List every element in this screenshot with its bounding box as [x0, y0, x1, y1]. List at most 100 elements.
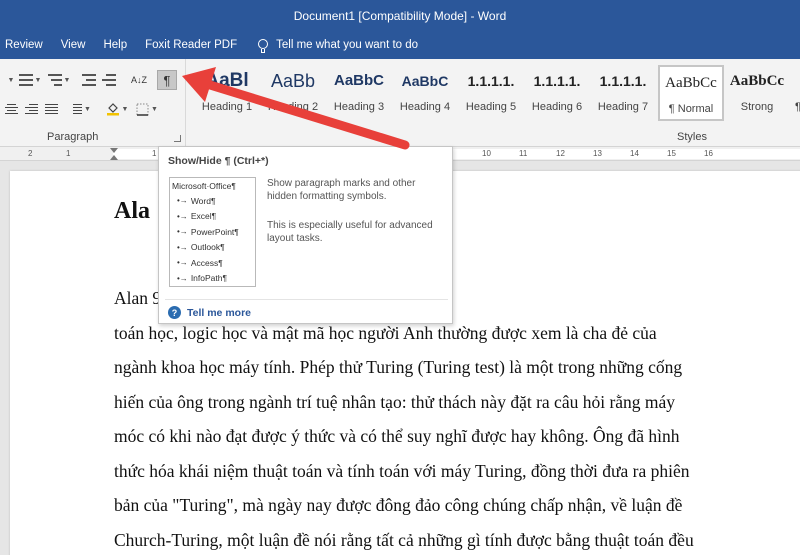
ruler-number: 16 — [704, 149, 713, 158]
style-name: ¶ Normal — [668, 103, 714, 115]
decrease-indent-button[interactable] — [80, 70, 98, 90]
preview-item: •→ PowerPoint¶ — [172, 224, 253, 240]
style-sample: 1.1.1.1. — [599, 73, 647, 89]
tooltip-divider — [165, 299, 448, 300]
preview-heading: Microsoft·Office¶ — [172, 181, 236, 191]
styles-group-label: Styles — [677, 131, 707, 143]
ruler-number: 15 — [667, 149, 676, 158]
style-sample: AaBl — [205, 70, 249, 91]
ruler-number: 2 — [28, 149, 33, 158]
ruler-number: 10 — [482, 149, 491, 158]
ruler-number: 11 — [519, 149, 528, 158]
menu-bar: Review View Help Foxit Reader PDF Tell m… — [0, 32, 800, 59]
ruler-number: 1 — [152, 149, 157, 158]
preview-item-label: PowerPoint¶ — [190, 226, 239, 237]
align-right-button[interactable] — [22, 99, 40, 119]
style-heading-4[interactable]: AaBbC Heading 4 — [392, 65, 458, 121]
ruler-number: 13 — [593, 149, 602, 158]
document-line: Church-Turing, một luận đề nói rằng tất … — [114, 529, 694, 550]
menu-view[interactable]: View — [52, 32, 95, 59]
multilevel-list-icon — [47, 74, 62, 86]
chevron-down-icon: ▼ — [84, 105, 91, 113]
style-name: ¶ — [788, 101, 800, 113]
align-center-icon — [4, 103, 18, 115]
style-name: Heading 4 — [399, 101, 451, 113]
menu-foxit-reader-pdf[interactable]: Foxit Reader PDF — [136, 32, 246, 59]
numbering-button[interactable]: ▼ — [18, 70, 42, 90]
numbered-list-icon — [18, 74, 33, 86]
preview-item: •→ InfoPath¶ — [172, 271, 253, 287]
style-name: Strong — [740, 101, 774, 113]
style-sample — [788, 65, 800, 97]
styles-gallery: AaBl Heading 1 AaBb Heading 2 AaBbC Head… — [190, 59, 800, 147]
document-line: móc có khi nào đạt được ý thức và có thể… — [114, 426, 680, 446]
style-sample: 1.1.1.1. — [533, 73, 581, 89]
document-line: thức hóa khái niệm thuật toán và tính to… — [114, 460, 690, 481]
help-icon: ? — [168, 306, 181, 319]
preview-item: •→ Outlook¶ — [172, 240, 253, 256]
tell-me-more-label: Tell me more — [187, 306, 251, 319]
ruler-number: 14 — [630, 149, 639, 158]
justify-button[interactable] — [42, 99, 60, 119]
tooltip-description: Show paragraph marks and other hidden fo… — [267, 178, 416, 202]
hanging-indent-marker[interactable] — [110, 155, 118, 160]
increase-indent-icon — [102, 74, 116, 86]
tell-me-more-link[interactable]: ? Tell me more — [168, 306, 251, 319]
style-name: Heading 1 — [201, 101, 253, 113]
preview-item-label: Access¶ — [190, 257, 223, 268]
style-more[interactable]: ¶ — [788, 65, 800, 121]
style-name: Heading 2 — [267, 101, 319, 113]
style-heading-6[interactable]: 1.1.1.1. Heading 6 — [524, 65, 590, 121]
style-heading-7[interactable]: 1.1.1.1. Heading 7 — [590, 65, 656, 121]
preview-item-label: InfoPath¶ — [190, 273, 228, 284]
bullets-button[interactable]: ▼ — [2, 70, 18, 90]
document-line: bản của "Turing", mà ngày nay được đông … — [114, 495, 683, 515]
tab-arrow-icon: •→ — [177, 242, 188, 252]
line-spacing-icon — [69, 103, 83, 115]
style-sample: AaBbCc — [665, 75, 717, 91]
chevron-down-icon: ▼ — [63, 76, 71, 84]
line-spacing-button[interactable]: ▼ — [66, 99, 94, 119]
style-sample: AaBbC — [333, 72, 384, 89]
word-window: Document1 [Compatibility Mode] - Word Re… — [0, 0, 800, 555]
menu-review[interactable]: Review — [0, 32, 52, 59]
show-hide-button[interactable]: ¶ — [157, 70, 177, 90]
borders-button[interactable]: ▼ — [134, 99, 160, 119]
style-sample: AaBbCc — [729, 73, 785, 89]
document-body[interactable]: Alan 912 – 7 tháng 6 năm 1954) là một nh… — [114, 284, 800, 555]
tell-me-label: Tell me what you want to do — [276, 39, 419, 51]
window-title: Document1 [Compatibility Mode] - Word — [293, 9, 507, 23]
style-heading-3[interactable]: AaBbC Heading 3 — [326, 65, 392, 121]
tooltip-title: Show/Hide ¶ (Ctrl+*) — [168, 155, 269, 167]
style-heading-5[interactable]: 1.1.1.1. Heading 5 — [458, 65, 524, 121]
style-heading-1[interactable]: AaBl Heading 1 — [194, 65, 260, 121]
style-strong[interactable]: AaBbCc Strong — [724, 65, 790, 121]
style-name: Heading 7 — [597, 101, 649, 113]
style-heading-2[interactable]: AaBb Heading 2 — [260, 65, 326, 121]
tell-me-search[interactable]: Tell me what you want to do — [246, 32, 427, 59]
chevron-down-icon: ▼ — [151, 105, 158, 113]
document-line: hiến của ông trong ngành trí tuệ nhân tạ… — [114, 391, 676, 412]
style-name: Heading 6 — [531, 101, 583, 113]
chevron-down-icon: ▼ — [34, 76, 42, 84]
tab-arrow-icon: •→ — [177, 273, 188, 283]
document-line: ngành khoa học máy tính. Phép thử Turing… — [114, 357, 683, 377]
ruler-number: 1 — [66, 149, 71, 158]
preview-item: •→ Access¶ — [172, 255, 253, 271]
style-sample: 1.1.1.1. — [467, 73, 515, 89]
preview-item-label: Word¶ — [190, 195, 216, 206]
sort-icon: A↓Z — [130, 75, 147, 85]
tab-arrow-icon: •→ — [177, 211, 188, 221]
paint-bucket-icon — [106, 103, 119, 116]
paragraph-dialog-launcher[interactable] — [174, 135, 181, 142]
style-normal[interactable]: AaBbCc ¶ Normal — [658, 65, 724, 121]
increase-indent-button[interactable] — [100, 70, 118, 90]
title-bar: Document1 [Compatibility Mode] - Word — [0, 0, 800, 32]
multilevel-list-button[interactable]: ▼ — [46, 70, 72, 90]
menu-help[interactable]: Help — [94, 32, 136, 59]
paragraph-group-label: Paragraph — [47, 131, 99, 143]
align-center-button[interactable] — [2, 99, 20, 119]
shading-button[interactable]: ▼ — [104, 99, 130, 119]
sort-button[interactable]: A↓Z — [128, 70, 150, 90]
first-line-indent-marker[interactable] — [110, 148, 118, 153]
